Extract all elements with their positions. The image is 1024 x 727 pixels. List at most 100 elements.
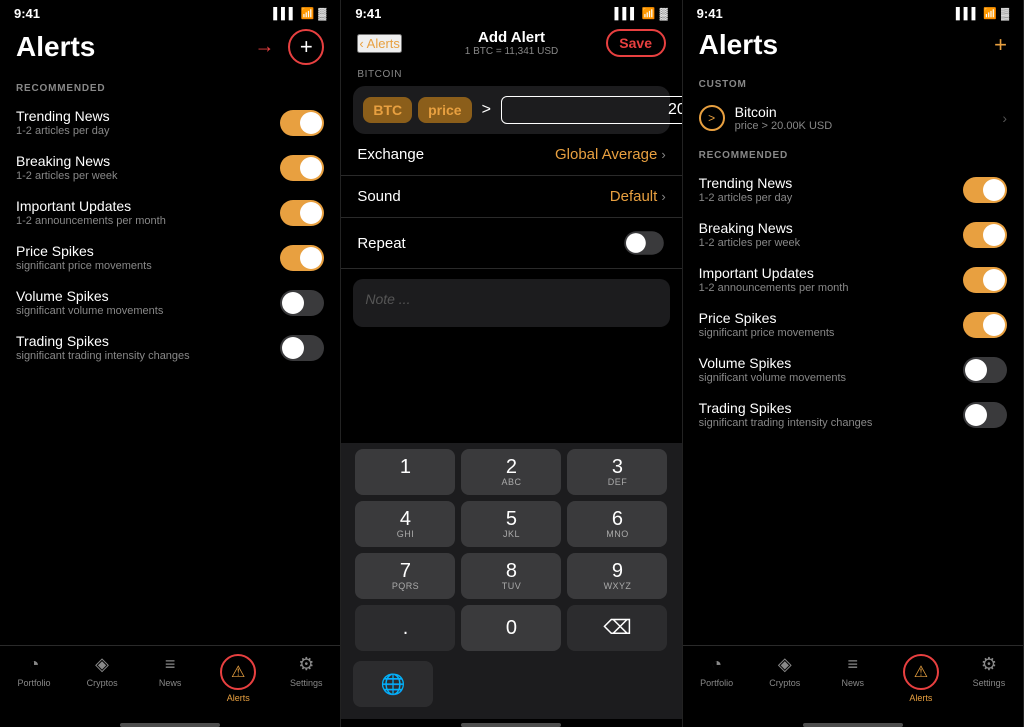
key-9[interactable]: 9WXYZ [567, 553, 667, 599]
alert-desc-3: significant price movements [16, 260, 152, 272]
p3-alert-toggle-2[interactable] [963, 267, 1007, 293]
globe-button[interactable]: 🌐 [353, 661, 433, 707]
tab-alerts-1[interactable]: ⚠ Alerts [204, 654, 272, 703]
p3-alert-row-1: Breaking News 1-2 articles per week [683, 212, 1023, 257]
alert-info-0: Trending News 1-2 articles per day [16, 108, 110, 137]
add-alert-title-block: Add Alert 1 BTC = 11,341 USD [465, 29, 558, 57]
add-alert-button-3[interactable]: + [994, 32, 1007, 58]
alert-toggle-5[interactable] [280, 335, 324, 361]
key-6[interactable]: 6MNO [567, 501, 667, 547]
tab-news-1[interactable]: ≡ News [136, 654, 204, 703]
tab-portfolio-3[interactable]: ◔ Portfolio [683, 654, 751, 703]
portfolio-icon-3: ◔ [711, 654, 722, 675]
alert-info-3: Price Spikes significant price movements [16, 243, 152, 272]
p3-alert-toggle-1[interactable] [963, 222, 1007, 248]
p3-alert-info-2: Important Updates 1-2 announcements per … [699, 265, 849, 294]
note-input-box[interactable]: Note ... [353, 279, 669, 327]
custom-item-0[interactable]: > Bitcoin price > 20.00K USD › [683, 96, 1023, 140]
status-icons-3: ▌▌▌ 📶 ▓ [956, 7, 1009, 20]
status-icons-1: ▌▌▌ 📶 ▓ [273, 7, 326, 20]
toggle-thumb-4 [282, 292, 304, 314]
key-5[interactable]: 5JKL [461, 501, 561, 547]
key-7[interactable]: 7PQRS [355, 553, 455, 599]
key-1[interactable]: 1 [355, 449, 455, 495]
key-dot[interactable]: . [355, 605, 455, 651]
section-custom-label: CUSTOM [683, 69, 1023, 96]
status-bar-3: 9:41 ▌▌▌ 📶 ▓ [683, 0, 1023, 25]
save-button[interactable]: Save [606, 29, 666, 57]
p3-alert-toggle-5[interactable] [963, 402, 1007, 428]
key-2[interactable]: 2ABC [461, 449, 561, 495]
p3-alert-info-5: Trading Spikes significant trading inten… [699, 400, 873, 429]
tab-cryptos-3[interactable]: ◈ Cryptos [751, 654, 819, 703]
key-4[interactable]: 4GHI [355, 501, 455, 547]
back-button[interactable]: ‹ Alerts [357, 34, 402, 53]
alert-tab-icon: ⚠ [231, 662, 245, 682]
home-indicator-3 [803, 723, 903, 727]
repeat-toggle[interactable] [624, 231, 664, 254]
alert-row-5: Trading Spikes significant trading inten… [0, 325, 340, 370]
tab-alerts-3[interactable]: ⚠ Alerts [887, 654, 955, 703]
p3-alert-info-4: Volume Spikes significant volume movemen… [699, 355, 846, 384]
exchange-row[interactable]: Exchange Global Average › [341, 134, 681, 176]
toggle-thumb-2 [300, 202, 322, 224]
p3-alert-info-1: Breaking News 1-2 articles per week [699, 220, 801, 249]
p3-alert-toggle-0[interactable] [963, 177, 1007, 203]
coin-badge[interactable]: BTC [363, 97, 412, 123]
key-8[interactable]: 8TUV [461, 553, 561, 599]
custom-name-0: Bitcoin [735, 104, 833, 120]
alert-name-2: Important Updates [16, 198, 166, 214]
tab-portfolio-1[interactable]: ◔ Portfolio [0, 654, 68, 703]
custom-desc-0: price > 20.00K USD [735, 120, 833, 132]
panel-alerts-with-custom: 9:41 ▌▌▌ 📶 ▓ Alerts + CUSTOM > Bitcoin p… [683, 0, 1024, 727]
tab-settings-1[interactable]: ⚙ Settings [272, 654, 340, 703]
p3-alert-row-4: Volume Spikes significant volume movemen… [683, 347, 1023, 392]
tab-label-alerts-3: Alerts [909, 693, 932, 703]
toggle-thumb-5 [282, 337, 304, 359]
note-placeholder: Note ... [365, 291, 410, 307]
custom-coin-icon-0: > [699, 105, 725, 131]
p3-alert-toggle-3[interactable] [963, 312, 1007, 338]
key-backspace[interactable]: ⌫ [567, 605, 667, 651]
wifi-icon-2: 📶 [642, 7, 656, 20]
key-0[interactable]: 0 [461, 605, 561, 651]
alert-row-3: Price Spikes significant price movements [0, 235, 340, 280]
sound-row[interactable]: Sound Default › [341, 176, 681, 218]
home-indicator-1 [120, 723, 220, 727]
p3-alert-info-0: Trending News 1-2 articles per day [699, 175, 793, 204]
status-time-2: 9:41 [355, 6, 381, 21]
sound-value-text: Default [610, 188, 658, 205]
alert-name-1: Breaking News [16, 153, 118, 169]
value-input[interactable] [501, 96, 683, 124]
settings-icon-3: ⚙ [981, 654, 997, 675]
alert-name-5: Trading Spikes [16, 333, 190, 349]
back-chevron-icon: ‹ [359, 36, 363, 51]
alert-toggle-3[interactable] [280, 245, 324, 271]
key-3[interactable]: 3DEF [567, 449, 667, 495]
tab-cryptos-1[interactable]: ◈ Cryptos [68, 654, 136, 703]
p3-alert-desc-0: 1-2 articles per day [699, 192, 793, 204]
tab-bar-3: ◔ Portfolio ◈ Cryptos ≡ News ⚠ Alerts ⚙ … [683, 645, 1023, 719]
p3-alert-toggle-4[interactable] [963, 357, 1007, 383]
alert-toggle-4[interactable] [280, 290, 324, 316]
custom-chevron-icon-0: › [1002, 110, 1007, 126]
alert-row-0: Trending News 1-2 articles per day [0, 100, 340, 145]
p3-alert-desc-3: significant price movements [699, 327, 835, 339]
alert-name-4: Volume Spikes [16, 288, 163, 304]
alert-list: Trending News 1-2 articles per day Break… [0, 100, 340, 370]
exchange-label: Exchange [357, 146, 424, 163]
alert-toggle-0[interactable] [280, 110, 324, 136]
alert-toggle-1[interactable] [280, 155, 324, 181]
cryptos-icon-3: ◈ [778, 654, 792, 675]
alert-toggle-2[interactable] [280, 200, 324, 226]
tab-label-settings-1: Settings [290, 678, 323, 688]
toggle-thumb-0 [300, 112, 322, 134]
portfolio-icon: ◔ [29, 654, 40, 675]
field-badge[interactable]: price [418, 97, 471, 123]
add-alert-button[interactable]: + [288, 29, 324, 65]
p3-alert-row-5: Trading Spikes significant trading inten… [683, 392, 1023, 437]
tab-settings-3[interactable]: ⚙ Settings [955, 654, 1023, 703]
page-title-3: Alerts [699, 29, 778, 61]
tab-news-3[interactable]: ≡ News [819, 654, 887, 703]
p3-alert-name-3: Price Spikes [699, 310, 835, 326]
